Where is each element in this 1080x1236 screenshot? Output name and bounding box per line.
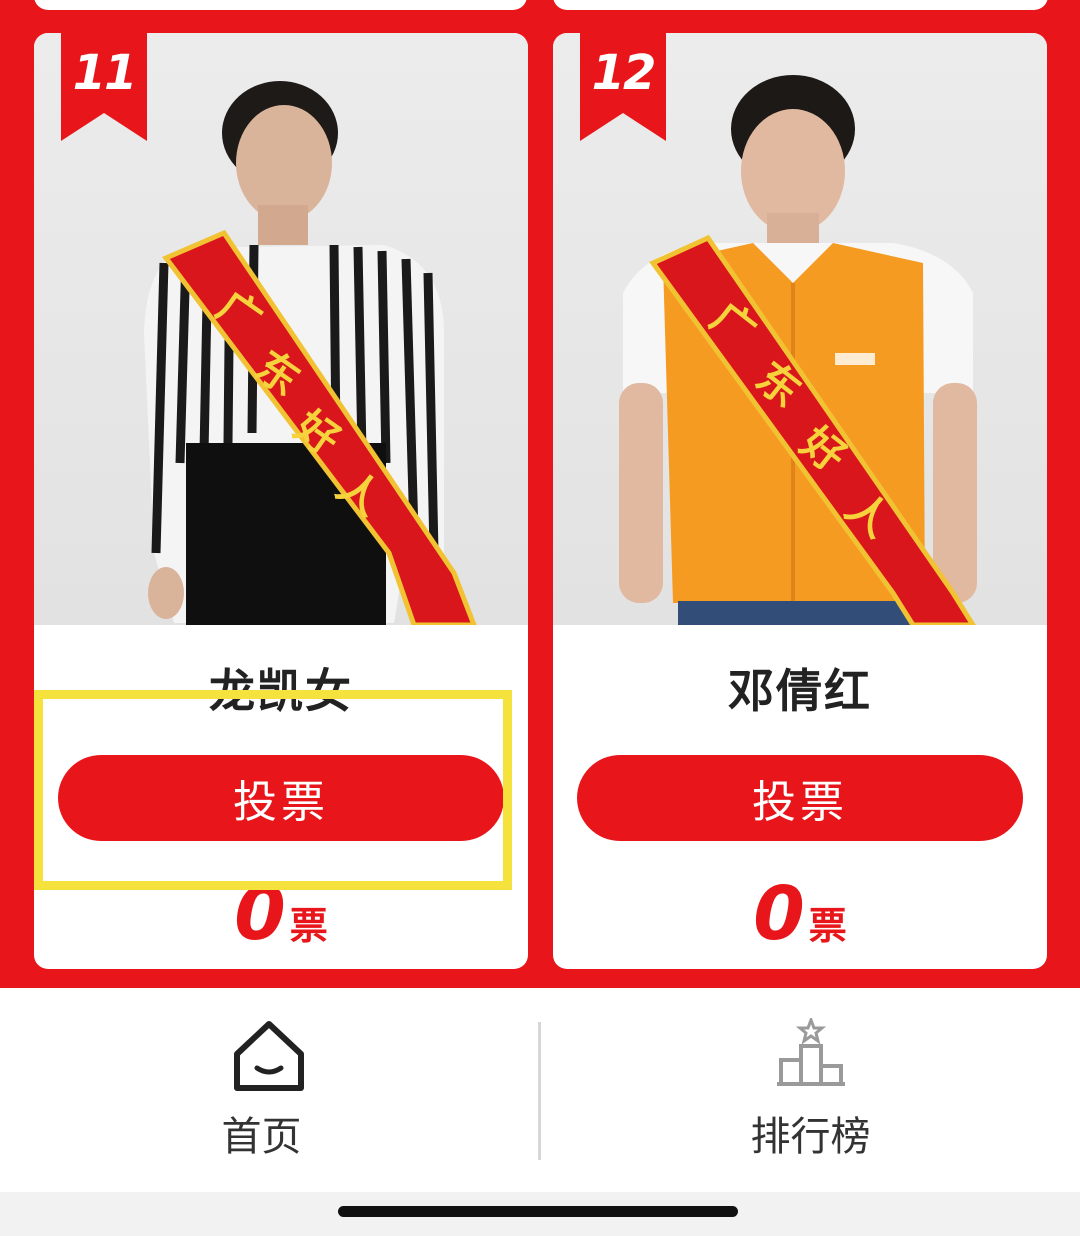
podium-icon [777, 1018, 845, 1086]
tab-ranking-label: 排行榜 [750, 1114, 871, 1160]
candidate-card-11[interactable]: 广 东 好 人 11 龙凯女 投票 0票 [34, 33, 528, 969]
tab-home[interactable]: 首页 [0, 988, 539, 1192]
candidate-number-11: 11 [72, 45, 138, 101]
candidate-name-11: 龙凯女 [209, 664, 353, 718]
candidate-card-12[interactable]: 广 东 好 人 12 邓倩红 投票 0票 [553, 33, 1047, 969]
home-indicator[interactable] [338, 1206, 738, 1217]
vote-count-unit-12: 票 [808, 904, 847, 948]
tab-bar: 首页 排行榜 [0, 988, 1080, 1192]
previous-card-right [553, 0, 1048, 10]
vote-page: 广 东 好 人 11 龙凯女 投票 0票 广 东 好 人 12 邓倩红 投票 0… [0, 0, 1080, 1236]
vote-count-number-11: 0 [234, 871, 286, 957]
rank-badge-11: 11 [61, 33, 147, 141]
tab-home-label: 首页 [221, 1114, 302, 1160]
vote-count-number-12: 0 [753, 871, 805, 957]
vote-button-11[interactable]: 投票 [58, 755, 504, 841]
vote-button-12[interactable]: 投票 [577, 755, 1023, 841]
vote-count-11: 0票 [34, 871, 528, 957]
system-bottom-area [0, 1192, 1080, 1236]
home-icon [234, 1021, 304, 1091]
candidate-name-12: 邓倩红 [728, 664, 872, 718]
tab-ranking[interactable]: 排行榜 [541, 988, 1080, 1192]
vote-count-12: 0票 [553, 871, 1047, 957]
previous-card-left [34, 0, 527, 10]
candidate-number-12: 12 [591, 45, 657, 101]
rank-badge-12: 12 [580, 33, 666, 141]
vote-count-unit-11: 票 [289, 904, 328, 948]
